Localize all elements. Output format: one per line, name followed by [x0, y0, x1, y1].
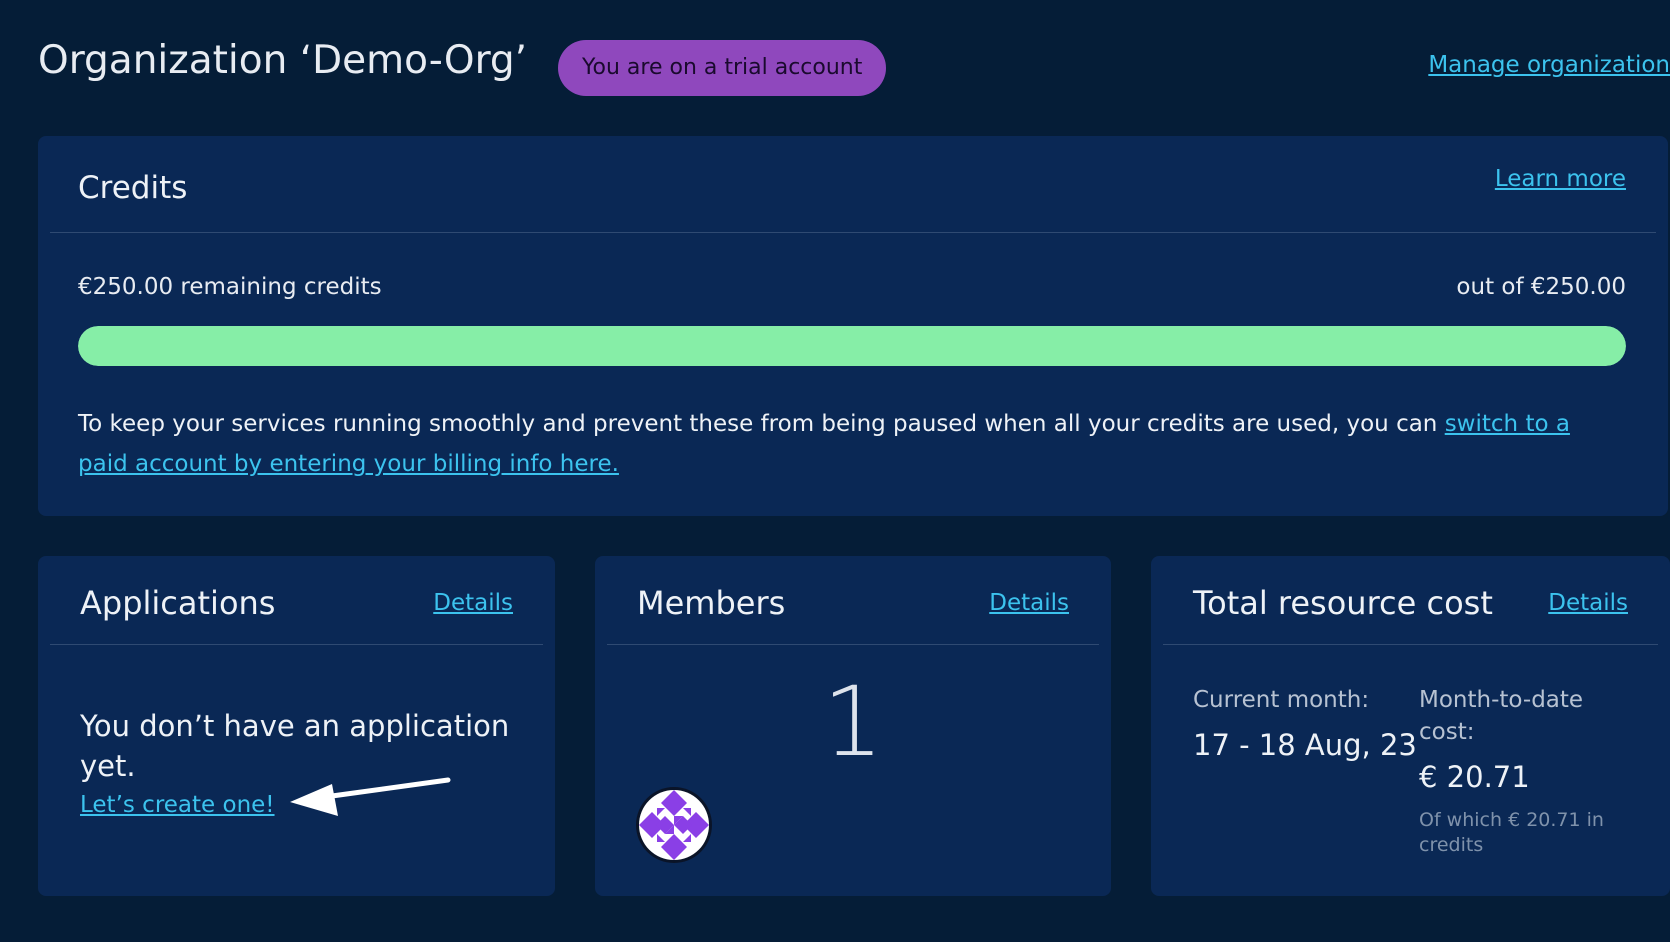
credits-total-text: out of €250.00 [1456, 274, 1626, 300]
members-details-link[interactable]: Details [989, 590, 1069, 616]
month-to-date-value: € 20.71 [1419, 760, 1530, 794]
applications-details-link[interactable]: Details [433, 590, 513, 616]
resource-cost-card: Total resource cost Details Current mont… [1151, 556, 1670, 896]
credits-notice: To keep your services running smoothly a… [78, 404, 1626, 484]
credits-card: Credits Learn more €250.00 remaining cre… [38, 136, 1668, 516]
resource-cost-title: Total resource cost [1193, 584, 1493, 622]
credits-notice-text: To keep your services running smoothly a… [78, 411, 1445, 437]
credits-divider [50, 232, 1656, 233]
applications-card: Applications Details You don’t have an a… [38, 556, 555, 896]
current-month-label: Current month: [1193, 687, 1370, 713]
members-title: Members [637, 584, 786, 622]
create-application-link[interactable]: Let’s create one! [80, 792, 275, 818]
credits-usage-note: Of which € 20.71 in credits [1419, 809, 1604, 856]
resource-cost-details-link[interactable]: Details [1548, 590, 1628, 616]
resource-cost-divider [1163, 644, 1658, 645]
manage-organization-link[interactable]: Manage organization [1428, 52, 1670, 78]
members-divider [607, 644, 1099, 645]
remaining-credits-text: €250.00 remaining credits [78, 274, 382, 300]
credits-progress-fill [78, 326, 1626, 366]
credits-title: Credits [78, 170, 188, 206]
trial-status-badge: You are on a trial account [558, 40, 887, 96]
arrow-pointer-icon [290, 777, 451, 816]
current-month-value: 17 - 18 Aug, 23 [1193, 728, 1417, 762]
page-title: Organization ‘Demo-Org’ [38, 38, 528, 83]
applications-divider [50, 644, 543, 645]
month-to-date-label: Month-to-date cost: [1419, 687, 1584, 745]
members-card: Members Details 1 [595, 556, 1111, 896]
applications-title: Applications [80, 584, 276, 622]
credits-progress-bar [78, 326, 1626, 366]
member-count: 1 [822, 666, 884, 778]
learn-more-link[interactable]: Learn more [1495, 166, 1626, 192]
member-avatar[interactable] [635, 786, 713, 864]
